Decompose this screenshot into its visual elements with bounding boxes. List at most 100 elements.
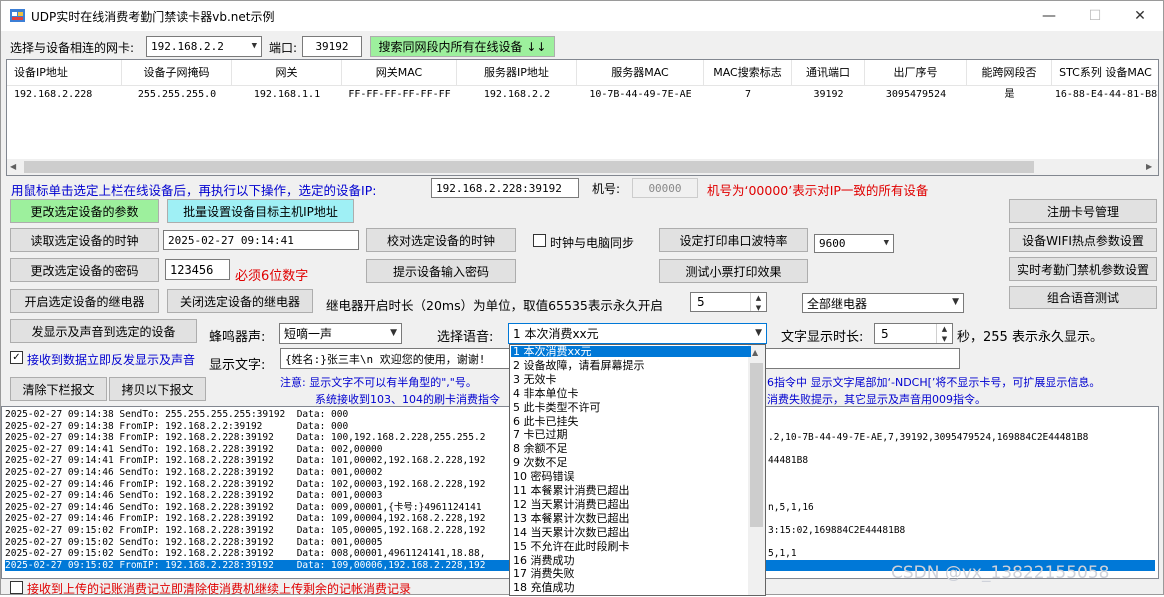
voice-option[interactable]: 15 不允许在此时段刷卡 <box>511 540 751 552</box>
column-header[interactable]: 能跨网段否 <box>967 60 1052 86</box>
search-devices-button[interactable]: 搜索同网段内所有在线设备 ↓↓ <box>370 36 555 57</box>
chevron-down-icon: ▼ <box>755 327 762 338</box>
log-line: 2025-02-27 09:14:46 FromIP: 192.168.2.22… <box>5 478 486 490</box>
open-relay-button[interactable]: 开启选定设备的继电器 <box>10 289 159 313</box>
spinner-arrows-icon[interactable]: ▲ ▼ <box>750 293 766 312</box>
voice-select[interactable]: 1 本次消费xx元 ▼ <box>508 323 767 344</box>
prompt-password-button[interactable]: 提示设备输入密码 <box>366 259 516 283</box>
table-cell: FF-FF-FF-FF-FF-FF <box>348 89 451 100</box>
register-card-button[interactable]: 注册卡号管理 <box>1009 199 1157 223</box>
column-header[interactable]: 设备IP地址 <box>7 60 122 86</box>
note-line-1a: 注意: 显示文字不可以有半角型的","号。 <box>280 376 477 389</box>
device-table[interactable]: 设备IP地址 设备子网掩码 网关 网关MAC 服务器IP地址 服务器MAC MAC搜索标志通… <box>6 59 1159 176</box>
modify-password-button[interactable]: 更改选定设备的密码 <box>10 258 159 282</box>
horizontal-scrollbar[interactable]: ◀ ▶ <box>7 159 1158 175</box>
scroll-right-icon[interactable]: ▶ <box>1146 162 1152 171</box>
note-line-2b: 消费失败提示，其它显示及声音用009指令。 <box>767 393 986 406</box>
table-cell: 255.255.255.0 <box>137 89 217 100</box>
column-header[interactable]: 服务器IP地址 <box>457 60 577 86</box>
maximize-button[interactable]: ☐ <box>1072 1 1118 31</box>
log-line: 2025-02-27 09:14:38 FromIP: 192.168.2.2:… <box>5 420 349 432</box>
voice-test-button[interactable]: 组合语音测试 <box>1009 286 1157 309</box>
display-time-note: 秒，255 表示永久显示。 <box>957 330 1103 345</box>
voice-option[interactable]: 6 此卡已挂失 <box>511 415 751 427</box>
log-line: 2025-02-27 09:14:38 FromIP: 192.168.2.22… <box>5 432 486 444</box>
voice-option[interactable]: 18 充值成功 <box>511 582 751 594</box>
attendance-params-button[interactable]: 实时考勤门禁机参数设置 <box>1009 257 1157 281</box>
column-header[interactable]: 设备子网掩码 <box>122 60 232 86</box>
copy-log-button[interactable]: 拷贝以下报文 <box>109 377 206 401</box>
scrollbar-thumb[interactable] <box>24 161 1034 173</box>
batch-ip-button[interactable]: 批量设置设备目标主机IP地址 <box>167 199 354 223</box>
machine-note: 机号为‘00000’表示对IP一致的所有设备 <box>707 183 929 198</box>
selected-ip-input[interactable]: 192.168.2.228:39192 <box>431 178 579 198</box>
voice-option[interactable]: 2 设备故障，请看屏幕提示 <box>511 359 751 371</box>
set-baud-button[interactable]: 设定打印串口波特率 <box>659 228 808 252</box>
baud-select-value: 9600 <box>819 237 846 250</box>
port-label: 端口: <box>269 41 298 55</box>
read-clock-button[interactable]: 读取选定设备的时钟 <box>10 228 159 252</box>
sync-clock-button[interactable]: 校对选定设备的时钟 <box>366 228 516 252</box>
voice-option[interactable]: 11 本餐累计消费已超出 <box>511 485 751 497</box>
display-time-spinner[interactable]: 5 ▲ ▼ <box>874 323 953 344</box>
voice-option[interactable]: 8 余额不足 <box>511 443 751 455</box>
close-relay-button[interactable]: 关闭选定设备的继电器 <box>167 289 313 313</box>
log-line: 2025-02-27 09:15:02 SendTo: 192.168.2.22… <box>5 548 486 560</box>
log-line: 2025-02-27 09:15:02 FromIP: 192.168.2.22… <box>5 525 486 536</box>
relay-select[interactable]: 全部继电器 ▼ <box>802 293 964 313</box>
clear-log-button[interactable]: 清除下栏报文 <box>10 377 107 401</box>
clock-sync-checkbox[interactable] <box>533 234 546 247</box>
column-header[interactable]: 网关 <box>232 60 342 86</box>
voice-option[interactable]: 14 当天累计次数已超出 <box>511 526 751 538</box>
voice-option[interactable]: 4 非本单位卡 <box>511 387 751 399</box>
log-line: 2025-02-27 09:14:38 SendTo: 255.255.255.… <box>5 409 349 420</box>
dropdown-scrollbar-thumb[interactable] <box>750 363 763 527</box>
minimize-button[interactable]: — <box>1026 1 1072 31</box>
nic-select[interactable]: 192.168.2.2 ▼ <box>146 36 262 57</box>
voice-option[interactable]: 10 密码错误 <box>511 471 751 483</box>
wifi-params-button[interactable]: 设备WIFI热点参数设置 <box>1009 228 1157 252</box>
table-cell: 192.168.1.1 <box>253 89 321 100</box>
voice-option[interactable]: 17 消费失败 <box>511 568 751 580</box>
voice-option[interactable]: 12 当天累计消费已超出 <box>511 498 751 510</box>
clear-uploaded-checkbox[interactable] <box>10 581 23 594</box>
voice-dropdown-list[interactable]: ▲ 1 本次消费xx元 2 设备故障，请看屏幕提示 3 无效卡 4 非本单位卡 5 此卡… <box>509 344 766 596</box>
voice-option[interactable]: 9 次数不足 <box>511 457 751 469</box>
auto-reply-label: 接收到数据立即反发显示及声音 <box>27 353 196 367</box>
column-header[interactable]: 服务器MAC <box>577 60 704 86</box>
voice-option[interactable]: 1 本次消费xx元 <box>511 346 751 357</box>
column-header[interactable]: 通讯端口 <box>792 60 865 86</box>
scroll-up-icon[interactable]: ▲ <box>752 348 758 357</box>
column-header[interactable]: 网关MAC <box>342 60 457 86</box>
voice-option[interactable]: 7 卡已过期 <box>511 429 751 441</box>
test-print-button[interactable]: 测试小票打印效果 <box>659 259 808 283</box>
voice-option[interactable]: 16 消费成功 <box>511 554 751 566</box>
log-line: 2025-02-27 09:15:02 SendTo: 192.168.2.22… <box>5 536 383 548</box>
send-display-button[interactable]: 发显示及声音到选定的设备 <box>10 319 197 343</box>
chevron-down-icon: ▼ <box>251 40 257 51</box>
buzzer-select[interactable]: 短嘀一声 ▼ <box>279 323 402 344</box>
baud-select[interactable]: 9600 ▼ <box>814 234 894 253</box>
chevron-down-icon: ▼ <box>952 297 959 307</box>
column-header[interactable]: STC系列 设备MAC <box>1052 60 1158 86</box>
voice-option[interactable]: 5 此卡类型不许可 <box>511 401 751 413</box>
scroll-left-icon[interactable]: ◀ <box>10 162 16 171</box>
voice-option[interactable]: 13 本餐累计次数已超出 <box>511 512 751 524</box>
column-header[interactable]: 出厂序号 <box>865 60 967 86</box>
spinner-arrows-icon[interactable]: ▲ ▼ <box>936 324 952 343</box>
modify-params-button[interactable]: 更改选定设备的参数 <box>10 199 159 223</box>
voice-option[interactable]: 3 无效卡 <box>511 373 751 385</box>
buzzer-label: 蜂鸣器声: <box>209 330 266 345</box>
auto-reply-checkbox[interactable]: ✓ <box>10 351 23 364</box>
log-line-tail: 5,1,1 <box>768 548 797 560</box>
port-input[interactable]: 39192 <box>302 36 362 57</box>
column-header[interactable]: MAC搜索标志 <box>704 60 792 86</box>
password-input[interactable]: 123456 <box>165 259 230 280</box>
machine-input[interactable]: 00000 <box>632 178 698 198</box>
voice-label: 选择语音: <box>437 330 494 345</box>
close-button[interactable]: ✕ <box>1117 1 1163 31</box>
log-line-tail: n,5,1,16 <box>768 501 814 513</box>
watermark: CSDN @vx_13822155058 <box>891 563 1110 583</box>
relay-duration-spinner[interactable]: 5 ▲ ▼ <box>690 292 767 312</box>
clock-input[interactable]: 2025-02-27 09:14:41 <box>163 230 359 250</box>
